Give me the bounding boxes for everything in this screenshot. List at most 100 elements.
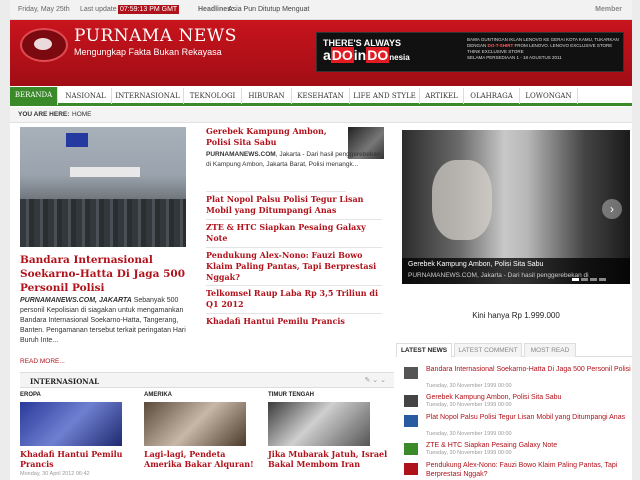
last-update-time: 07:59:13 PM GMT <box>118 5 180 14</box>
eropa-image[interactable] <box>20 402 122 446</box>
ad-word-in: in <box>353 47 367 63</box>
news-thumb-icon[interactable] <box>404 367 418 379</box>
feature-source: PURNAMANEWS.COM, JAKARTA <box>20 297 132 304</box>
nav-nasional[interactable]: NASIONAL <box>60 88 112 104</box>
feature-excerpt: PURNAMANEWS.COM, JAKARTA Sebanyak 500 pe… <box>20 296 196 346</box>
list-item: Khadafi Hantui Pemilu Prancis <box>206 316 382 342</box>
ad-word-do: DO <box>330 47 354 63</box>
ad-info-period: SELAMA PERSEDIAAN 1 - 18 AGUSTUS 2011 <box>467 55 562 60</box>
price-text: Kini hanya Rp 1.999.000 <box>472 311 560 320</box>
flag-shape <box>66 133 88 147</box>
timur-tengah-image[interactable] <box>268 402 370 446</box>
news-thumb-icon[interactable] <box>404 415 418 427</box>
nav-artikel[interactable]: ARTIKEL <box>420 88 464 104</box>
main-nav: BERANDA NASIONAL INTERNASIONAL TEKNOLOGI… <box>10 86 632 106</box>
breadcrumb-home[interactable]: HOME <box>72 111 92 118</box>
list-item: Telkomsel Raup Laba Rp 3,5 Triliun di Q1… <box>206 288 382 314</box>
tab-latest-comment[interactable]: LATEST COMMENT <box>454 343 522 357</box>
nav-kesehatan[interactable]: KESEHATAN <box>292 88 350 104</box>
list-item-title[interactable]: Pendukung Alex-Nono: Fauzi Bowo Klaim Pa… <box>206 250 382 283</box>
nav-internasional[interactable]: INTERNASIONAL <box>112 88 184 104</box>
list-item-title[interactable]: Telkomsel Raup Laba Rp 3,5 Triliun di Q1… <box>206 288 382 310</box>
slider-dot[interactable] <box>599 278 606 281</box>
site-title[interactable]: PURNAMA NEWS <box>74 26 237 46</box>
latest-news-date: Tuesday, 30 November 1999 00:00 <box>426 383 512 389</box>
feature-title[interactable]: Bandara Internasional Soekarno-Hatta Di … <box>20 253 196 295</box>
amerika-title[interactable]: Lagi-lagi, Pendeta Amerika Bakar Alquran… <box>144 449 254 469</box>
crowd-shape <box>20 199 186 247</box>
slider-highlight <box>432 160 492 240</box>
latest-news-title[interactable]: Plat Nopol Palsu Polisi Tegur Lisan Mobi… <box>426 413 632 422</box>
nav-lowongan[interactable]: LOWONGAN <box>520 88 578 104</box>
ad-word-a: a <box>323 47 331 63</box>
feature-image[interactable] <box>20 127 186 247</box>
nav-beranda[interactable]: BERANDA <box>10 87 58 105</box>
page: Friday, May 25th Last update 07:59:13 PM… <box>10 0 632 480</box>
section-tools-icon[interactable]: ✎ ⌄ ⌄ <box>365 376 387 384</box>
site-header: PURNAMA NEWS Mengungkap Fakta Bukan Reka… <box>10 20 632 86</box>
ad-word-nesia: nesia <box>389 53 410 62</box>
ad-info: BAWA GUNTINGAN IKLAN LENOVO KE GERAI KOT… <box>467 37 619 61</box>
slider-dot[interactable] <box>572 278 579 281</box>
section-title[interactable]: INTERNASIONAL <box>30 377 99 386</box>
latest-news-title[interactable]: Pendukung Alex-Nono: Fauzi Bowo Klaim Pa… <box>426 461 632 479</box>
breadcrumb-label: YOU ARE HERE: <box>18 111 70 118</box>
site-tagline: Mengungkap Fakta Bukan Rekayasa <box>74 47 222 57</box>
latest-news-date: Tuesday, 30 November 1999 00:00 <box>426 450 512 456</box>
list-item-title[interactable]: ZTE & HTC Siapkan Pesaing Galaxy Note <box>206 222 382 244</box>
amerika-image[interactable] <box>144 402 246 446</box>
ad-word-do-2: DO <box>366 47 390 63</box>
ad-slogan: THERE'S ALWAYS aDOinDOnesia <box>323 37 410 64</box>
list-item: ZTE & HTC Siapkan Pesaing Galaxy Note <box>206 222 382 248</box>
timur-tengah-title[interactable]: Jika Mubarak Jatuh, Israel Bakal Membom … <box>268 449 388 469</box>
lenovo-banner-ad[interactable]: THERE'S ALWAYS aDOinDOnesia BAWA GUNTING… <box>316 32 624 72</box>
member-link[interactable]: Member <box>595 6 622 13</box>
eropa-date: Monday, 30 April 2012 06:42 <box>20 471 90 477</box>
feature-body: Sebanyak 500 personil Kepolisian di siag… <box>20 297 186 344</box>
internasional-section-header: INTERNASIONAL ✎ ⌄ ⌄ <box>20 372 394 388</box>
list-item-source: PURNAMANEWS.COM <box>206 151 276 158</box>
news-thumb-icon[interactable] <box>404 443 418 455</box>
current-date: Friday, May 25th <box>18 6 70 13</box>
headline-ticker[interactable]: Asia Pun Ditutup Menguat <box>228 6 309 13</box>
category-label-amerika[interactable]: AMERIKA <box>144 392 172 398</box>
news-thumb-icon[interactable] <box>404 395 418 407</box>
slider-dot[interactable] <box>581 278 588 281</box>
category-label-timur-tengah[interactable]: TIMUR TENGAH <box>268 392 314 398</box>
nav-life-and-style[interactable]: LIFE AND STYLE <box>350 88 420 104</box>
list-item-excerpt: PURNAMANEWS.COM, Jakarta - Dari hasil pe… <box>206 150 382 169</box>
last-update-label: Last update <box>80 6 117 13</box>
tab-latest-news[interactable]: LATEST NEWS <box>396 343 452 357</box>
nav-olahraga[interactable]: OLAHRAGA <box>464 88 520 104</box>
list-item: Plat Nopol Palsu Polisi Tegur Lisan Mobi… <box>206 194 382 220</box>
top-bar: Friday, May 25th Last update 07:59:13 PM… <box>10 0 632 20</box>
ad-info-highlight: DO-T-SHIRT <box>487 43 514 48</box>
list-item-title[interactable]: Gerebek Kampung Ambon, Polisi Sita Sabu <box>206 126 346 148</box>
latest-news-date: Tuesday, 30 November 1999 00:00 <box>426 402 512 408</box>
globe-logo-icon[interactable] <box>20 28 68 62</box>
list-item: Gerebek Kampung Ambon, Polisi Sita Sabu … <box>206 126 380 192</box>
list-item-title[interactable]: Plat Nopol Palsu Polisi Tegur Lisan Mobi… <box>206 194 382 216</box>
news-thumb-icon[interactable] <box>404 463 418 475</box>
nav-teknologi[interactable]: TEKNOLOGI <box>184 88 242 104</box>
nav-hiburan[interactable]: HIBURAN <box>242 88 292 104</box>
latest-news-title[interactable]: ZTE & HTC Siapkan Pesaing Galaxy Note <box>426 441 632 450</box>
eropa-title[interactable]: Khadafi Hantui Pemilu Prancis <box>20 449 132 469</box>
category-label-eropa[interactable]: EROPA <box>20 392 41 398</box>
slider-pagination <box>570 268 606 286</box>
breadcrumb: YOU ARE HERE: HOME <box>10 107 632 123</box>
slider-caption-title[interactable]: Gerebek Kampung Ambon, Polisi Sita Sabu <box>408 261 543 268</box>
latest-news-title[interactable]: Bandara Internasional Soekarno-Hatta Di … <box>426 365 632 374</box>
slider-next-icon[interactable]: › <box>602 199 622 219</box>
ad-line-2: aDOinDOnesia <box>323 47 410 64</box>
latest-news-date: Tuesday, 30 November 1999 00:00 <box>426 431 512 437</box>
slider-caption-text: PURNAMANEWS.COM, Jakarta - Dari hasil pe… <box>408 272 589 279</box>
slider-dot[interactable] <box>590 278 597 281</box>
list-item: Pendukung Alex-Nono: Fauzi Bowo Klaim Pa… <box>206 250 382 286</box>
latest-news-title[interactable]: Gerebek Kampung Ambon, Polisi Sita Sabu <box>426 393 632 402</box>
read-more-link[interactable]: READ MORE... <box>20 358 65 365</box>
news-tabs: LATEST NEWS LATEST COMMENT MOST READ <box>396 343 632 357</box>
tab-most-read[interactable]: MOST READ <box>524 343 576 357</box>
banner-shape <box>70 167 140 177</box>
list-item-title[interactable]: Khadafi Hantui Pemilu Prancis <box>206 316 382 327</box>
